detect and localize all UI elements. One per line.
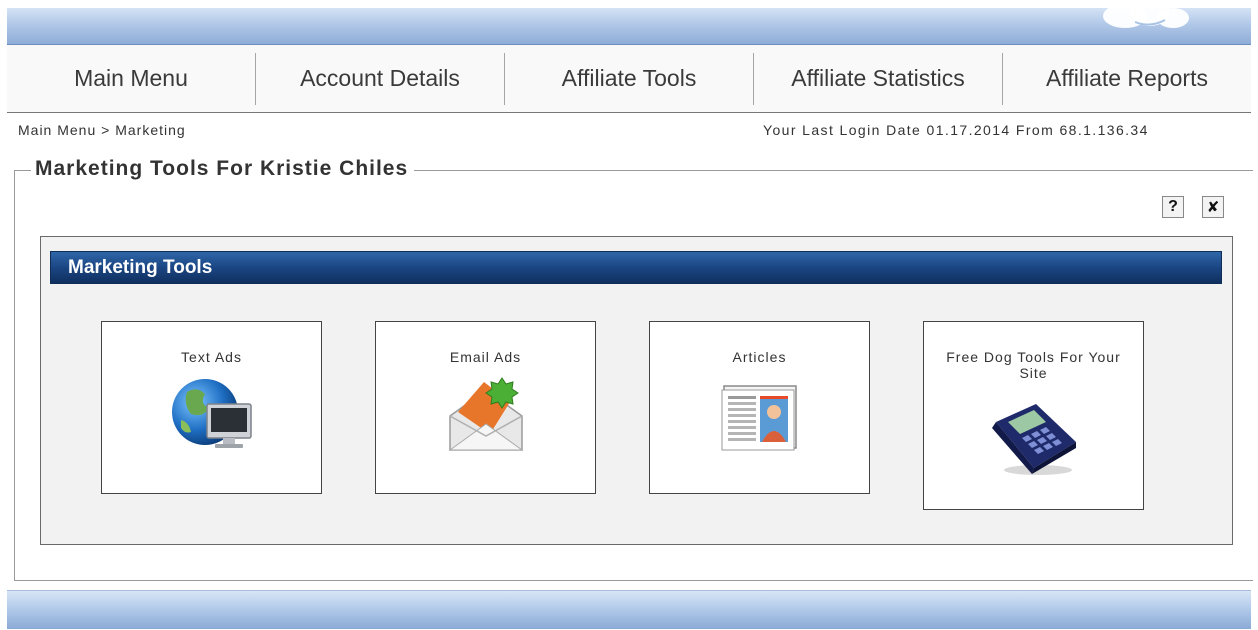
page-title: Marketing Tools For Kristie Chiles [31,157,415,181]
tile-label: Email Ads [449,349,522,365]
panel-header: Marketing Tools [50,251,1222,284]
tile-articles[interactable]: Articles [649,321,870,494]
newspaper-icon [721,385,797,451]
tile-label: Free Dog Tools For Your Site [946,349,1121,381]
nav-affiliate-reports[interactable]: Affiliate Reports [1003,53,1251,105]
breadcrumb-separator: > [101,122,111,138]
globe-computer-icon [171,379,252,448]
tile-text-ads[interactable]: Text Ads [101,321,322,494]
tile-label: Text Ads [181,349,242,365]
marketing-tools-panel: Marketing Tools Text Ads Email Ads Artic… [40,236,1233,545]
tile-label: Articles [732,349,787,365]
close-button[interactable]: ✘ [1202,196,1224,218]
calculator-icon [991,404,1076,475]
marketing-fieldset: Marketing Tools For Kristie Chiles ? ✘ M… [14,157,1253,581]
last-login-info: Your Last Login Date 01.17.2014 From 68.… [763,122,1149,138]
close-icon: ✘ [1206,199,1220,216]
tile-free-dog-tools[interactable]: Free Dog Tools For Your Site [923,321,1144,510]
tile-email-ads[interactable]: Email Ads [375,321,596,494]
nav-affiliate-statistics[interactable]: Affiliate Statistics [754,52,1003,105]
breadcrumb: Main Menu > Marketing [18,122,186,138]
envelope-badge-icon [447,377,524,451]
panel-title: Marketing Tools [68,257,213,278]
help-icon: ? [1168,198,1178,215]
nav-account-details[interactable]: Account Details [256,52,505,105]
cloud-logo-icon [1103,8,1189,28]
main-navigation: Main Menu Account Details Affiliate Tool… [7,45,1251,113]
help-button[interactable]: ? [1162,196,1184,218]
page: Main Menu Account Details Affiliate Tool… [0,0,1258,630]
nav-affiliate-tools[interactable]: Affiliate Tools [505,52,754,105]
footer-banner [7,590,1251,629]
breadcrumb-home-link[interactable]: Main Menu [18,122,96,138]
breadcrumb-current: Marketing [115,122,186,138]
top-banner [7,8,1251,45]
nav-main-menu[interactable]: Main Menu [7,52,256,105]
